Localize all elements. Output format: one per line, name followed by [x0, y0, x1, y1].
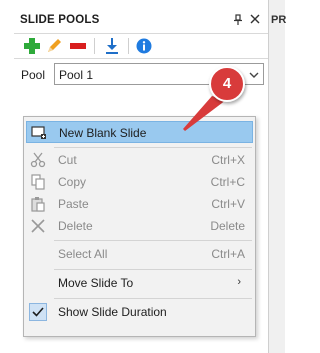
pool-select[interactable]: Pool 1 — [54, 63, 264, 85]
toolbar-separator — [128, 38, 129, 54]
menu-item-label: Show Slide Duration — [58, 305, 167, 319]
menu-item-shortcut: Delete — [210, 219, 245, 233]
menu-item-copy[interactable]: Copy Ctrl+C — [26, 171, 253, 193]
pin-icon[interactable] — [233, 14, 243, 29]
remove-icon — [70, 43, 86, 49]
context-menu: New Blank Slide Cut Ctrl+X Copy Ctrl+C P… — [23, 116, 256, 337]
checkmark-icon — [29, 303, 47, 321]
download-icon — [106, 38, 118, 54]
menu-item-show-slide-duration[interactable]: Show Slide Duration — [26, 301, 253, 323]
menu-item-label: Cut — [58, 153, 77, 167]
panel-header: SLIDE POOLS — [0, 10, 268, 32]
paste-icon — [30, 196, 46, 212]
menu-item-move-slide-to[interactable]: Move Slide To › — [26, 272, 253, 294]
menu-item-new-blank-slide[interactable]: New Blank Slide — [26, 121, 253, 143]
info-button[interactable] — [134, 36, 154, 56]
menu-item-label: New Blank Slide — [59, 126, 147, 140]
new-slide-icon — [31, 125, 47, 141]
menu-item-select-all[interactable]: Select All Ctrl+A — [26, 243, 253, 265]
menu-item-delete[interactable]: Delete Delete — [26, 215, 253, 237]
toolbar-separator — [94, 38, 95, 54]
menu-item-shortcut: Ctrl+X — [211, 153, 245, 167]
menu-item-cut[interactable]: Cut Ctrl+X — [26, 149, 253, 171]
menu-separator — [54, 298, 252, 299]
menu-item-label: Copy — [58, 175, 87, 189]
edit-pencil-icon — [48, 39, 61, 52]
close-icon[interactable] — [250, 12, 260, 27]
chevron-down-icon — [248, 69, 260, 83]
add-icon — [24, 38, 40, 54]
menu-separator — [54, 269, 252, 270]
menu-item-label: Delete — [58, 219, 93, 233]
chevron-right-icon: › — [237, 276, 241, 288]
remove-pool-button[interactable] — [68, 36, 88, 56]
menu-item-shortcut: Ctrl+C — [210, 175, 245, 189]
panel-title: SLIDE POOLS — [20, 14, 100, 26]
menu-item-label: Paste — [58, 197, 89, 211]
cut-icon — [30, 152, 46, 168]
menu-item-label: Move Slide To — [58, 276, 134, 290]
pool-toolbar — [14, 33, 268, 59]
info-icon — [136, 38, 152, 54]
import-button[interactable] — [102, 36, 122, 56]
pool-label: Pool — [21, 68, 46, 82]
delete-icon — [30, 218, 46, 234]
properties-panel-edge[interactable]: PR — [268, 0, 286, 353]
menu-separator — [54, 147, 252, 148]
add-pool-button[interactable] — [22, 36, 42, 56]
menu-separator — [54, 240, 252, 241]
properties-tab-label[interactable]: PR — [271, 14, 286, 26]
menu-item-shortcut: Ctrl+V — [211, 197, 245, 211]
menu-item-shortcut: Ctrl+A — [211, 247, 245, 261]
pool-select-value: Pool 1 — [59, 68, 94, 82]
copy-icon — [30, 174, 46, 190]
menu-item-paste[interactable]: Paste Ctrl+V — [26, 193, 253, 215]
edit-pool-button[interactable] — [44, 36, 64, 56]
menu-item-label: Select All — [58, 247, 108, 261]
